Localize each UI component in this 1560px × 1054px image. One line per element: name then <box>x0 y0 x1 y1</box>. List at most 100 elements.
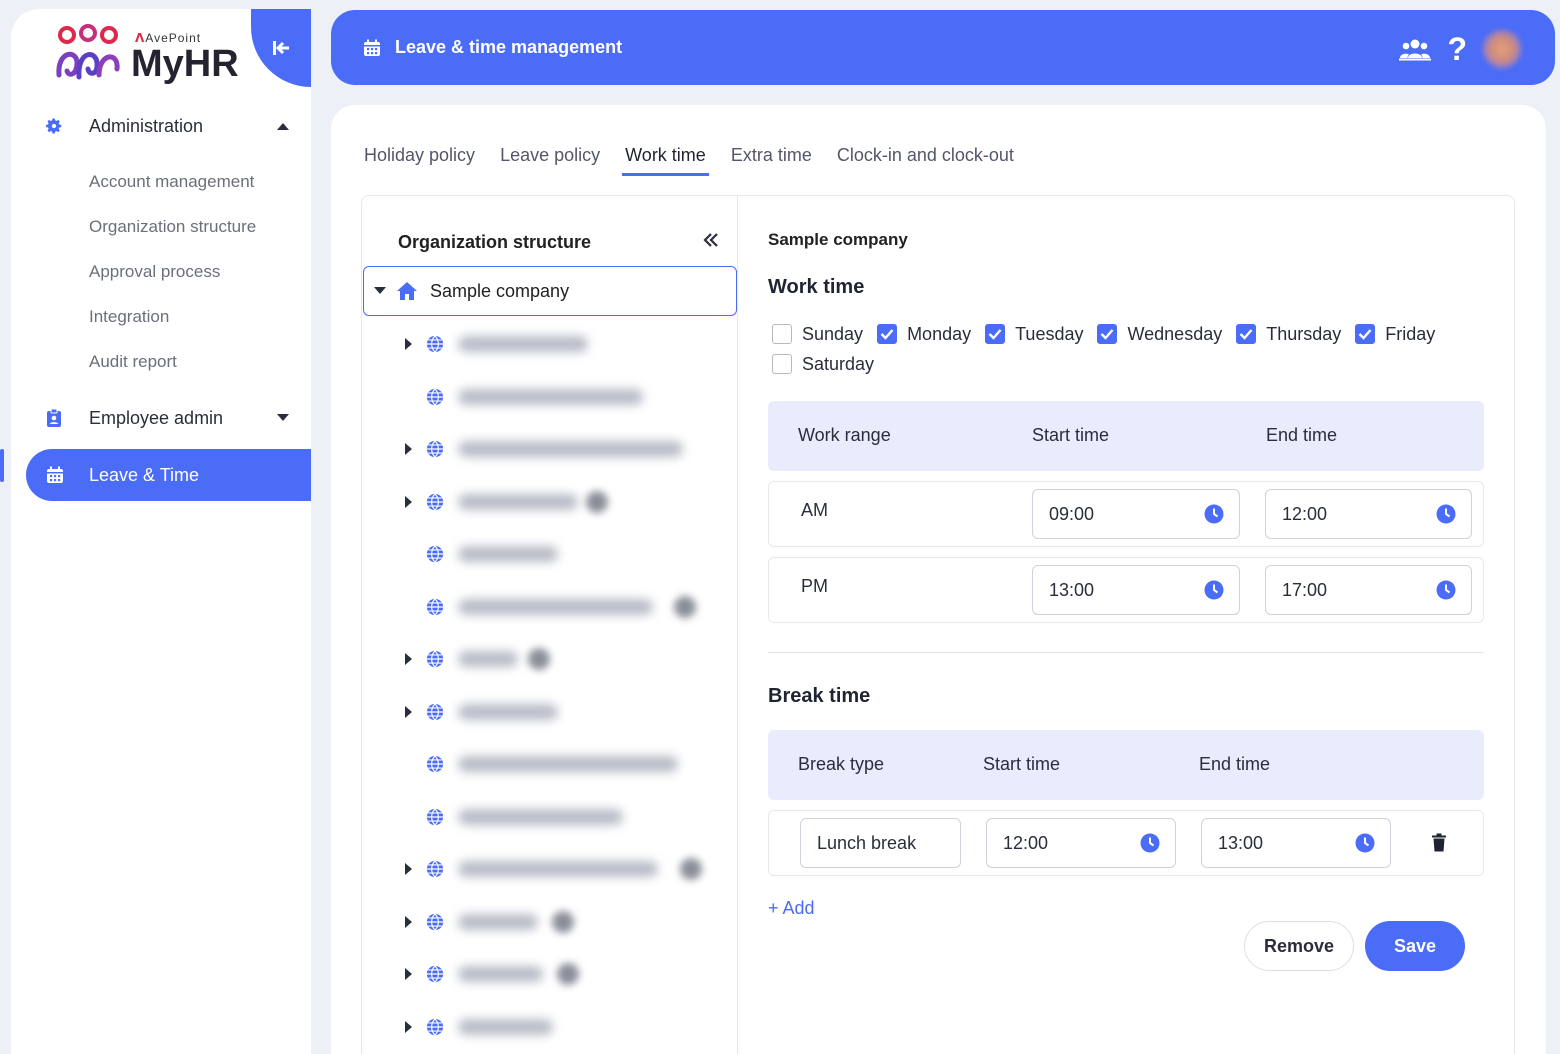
collapse-sidebar-button[interactable] <box>251 9 311 87</box>
globe-icon <box>426 493 444 511</box>
sidebar: ᐱAvePoint MyHR Administration Account ma… <box>11 9 311 1054</box>
sidebar-item-leave-time[interactable]: Leave & Time <box>26 449 311 501</box>
globe-icon <box>426 703 444 721</box>
caret-right-icon[interactable] <box>405 443 413 455</box>
tree-node-root-label: Sample company <box>430 280 570 301</box>
clock-icon[interactable] <box>1140 833 1160 853</box>
users-icon[interactable] <box>1399 37 1432 61</box>
tab-holiday-policy[interactable]: Holiday policy <box>364 145 475 176</box>
tree-node-root[interactable]: Sample company <box>363 266 737 316</box>
tree-node[interactable] <box>362 318 736 370</box>
day-friday[interactable]: Friday <box>1355 324 1435 344</box>
nav-employee-admin: Employee admin <box>11 393 311 443</box>
help-icon[interactable]: ? <box>1447 32 1467 66</box>
day-monday[interactable]: Monday <box>877 324 971 344</box>
sidebar-item-account-management[interactable]: Account management <box>11 159 311 204</box>
home-icon <box>397 282 417 300</box>
sidebar-item-organization-structure[interactable]: Organization structure <box>11 204 311 249</box>
caret-right-icon[interactable] <box>405 653 413 665</box>
caret-right-icon[interactable] <box>405 968 413 980</box>
app-logo: ᐱAvePoint MyHR <box>55 23 239 83</box>
tab-work-time[interactable]: Work time <box>622 145 709 176</box>
time-value: 13:00 <box>1049 579 1095 600</box>
tree-node[interactable] <box>362 738 736 790</box>
tree-node[interactable] <box>362 843 736 895</box>
break-start-time-input[interactable]: 12:00 <box>986 818 1176 868</box>
clock-icon[interactable] <box>1436 580 1456 600</box>
day-saturday[interactable]: Saturday <box>772 354 874 374</box>
tree-node[interactable] <box>362 423 736 475</box>
blurred-badge <box>680 858 702 880</box>
sidebar-item-integration[interactable]: Integration <box>11 294 311 339</box>
tree-node[interactable] <box>362 1001 736 1053</box>
day-thursday[interactable]: Thursday <box>1236 324 1341 344</box>
table-row: AM 09:00 12:00 <box>768 481 1484 547</box>
add-break-link[interactable]: + Add <box>768 898 815 919</box>
nav-employee-admin-header[interactable]: Employee admin <box>11 393 311 443</box>
caret-right-icon[interactable] <box>405 338 413 350</box>
caret-right-icon[interactable] <box>405 496 413 508</box>
checkbox-checked[interactable] <box>985 324 1006 344</box>
check-icon <box>880 329 894 340</box>
checkbox[interactable] <box>772 324 792 344</box>
tree-node[interactable] <box>362 528 736 580</box>
trash-icon[interactable] <box>1431 833 1447 852</box>
avatar[interactable] <box>1483 30 1521 68</box>
sidebar-item-approval-process[interactable]: Approval process <box>11 249 311 294</box>
clock-icon[interactable] <box>1204 580 1224 600</box>
day-tuesday[interactable]: Tuesday <box>985 324 1083 344</box>
save-button[interactable]: Save <box>1365 921 1465 971</box>
active-nav-marker <box>0 449 4 482</box>
calendar-icon <box>364 39 380 56</box>
tree-node[interactable] <box>362 948 736 1000</box>
checkbox-checked[interactable] <box>877 324 898 344</box>
blurred-label <box>458 809 623 825</box>
checkbox-checked[interactable] <box>1236 324 1257 344</box>
calendar-icon <box>47 466 63 483</box>
caret-down-icon[interactable] <box>374 287 386 295</box>
start-time-input[interactable]: 13:00 <box>1032 565 1240 615</box>
caret-right-icon[interactable] <box>405 916 413 928</box>
sidebar-item-audit-report[interactable]: Audit report <box>11 339 311 384</box>
table-row: Lunch break 12:00 13:00 <box>768 810 1484 876</box>
clock-icon[interactable] <box>1204 504 1224 524</box>
tree-node[interactable] <box>362 476 736 528</box>
remove-button[interactable]: Remove <box>1244 921 1354 971</box>
tree-node[interactable] <box>362 371 736 423</box>
blurred-badge <box>552 911 574 933</box>
break-end-time-input[interactable]: 13:00 <box>1201 818 1391 868</box>
check-icon <box>1239 329 1253 340</box>
checkbox-checked[interactable] <box>1355 324 1376 344</box>
caret-right-icon[interactable] <box>405 1021 413 1033</box>
globe-icon <box>426 1018 444 1036</box>
nav-administration-header[interactable]: Administration <box>11 101 311 151</box>
time-value: 09:00 <box>1049 503 1095 524</box>
tree-node[interactable] <box>362 791 736 843</box>
break-type-input[interactable]: Lunch break <box>800 818 961 868</box>
end-time-input[interactable]: 17:00 <box>1265 565 1472 615</box>
tab-leave-policy[interactable]: Leave policy <box>500 145 600 176</box>
clock-icon[interactable] <box>1355 833 1375 853</box>
end-time-input[interactable]: 12:00 <box>1265 489 1472 539</box>
tree-node[interactable] <box>362 686 736 738</box>
org-tree-panel: Organization structure Sample company <box>362 196 738 1054</box>
double-chevron-left-icon[interactable] <box>702 232 720 248</box>
tab-extra-time[interactable]: Extra time <box>731 145 812 176</box>
tree-node[interactable] <box>362 581 736 633</box>
day-sunday[interactable]: Sunday <box>772 324 863 344</box>
day-label: Thursday <box>1266 323 1342 344</box>
tab-clock-in-out[interactable]: Clock-in and clock-out <box>837 145 1014 176</box>
clock-icon[interactable] <box>1436 504 1456 524</box>
checkbox-checked[interactable] <box>1097 324 1118 344</box>
day-wednesday[interactable]: Wednesday <box>1097 324 1222 344</box>
tree-node[interactable] <box>362 633 736 685</box>
globe-icon <box>426 913 444 931</box>
start-time-input[interactable]: 09:00 <box>1032 489 1240 539</box>
sidebar-item-leave-time-label: Leave & Time <box>89 464 200 485</box>
caret-right-icon[interactable] <box>405 706 413 718</box>
tree-node[interactable] <box>362 896 736 948</box>
work-time-title: Work time <box>768 276 865 298</box>
day-label: Monday <box>907 323 972 344</box>
checkbox[interactable] <box>772 354 792 374</box>
caret-right-icon[interactable] <box>405 863 413 875</box>
